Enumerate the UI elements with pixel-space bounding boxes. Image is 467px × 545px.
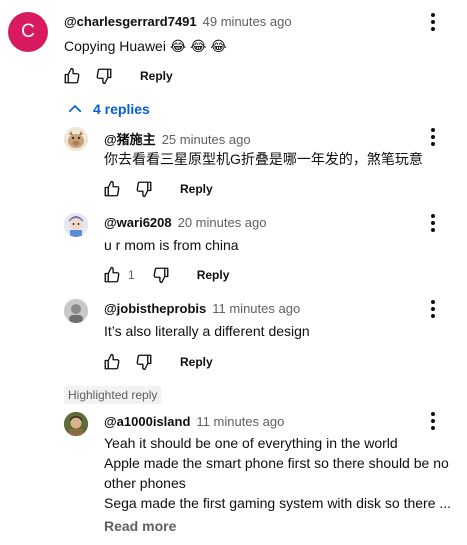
reply-meta: @jobistheprobis 11 minutes ago <box>104 301 300 316</box>
avatar-letter: C <box>21 21 35 42</box>
like-button[interactable] <box>100 177 124 201</box>
reply-text: It’s also literally a different design <box>104 323 310 339</box>
thumbs-up-icon <box>104 266 120 283</box>
comment-text: Copying Huawei 😂 😂 😂 <box>64 38 227 54</box>
reply-author[interactable]: @wari6208 <box>104 215 172 230</box>
dislike-button[interactable] <box>92 64 116 88</box>
like-button[interactable] <box>100 350 124 374</box>
read-more-button[interactable]: Read more <box>104 518 176 534</box>
thumbs-down-icon <box>136 354 152 371</box>
reply-avatar[interactable] <box>64 412 88 436</box>
dislike-button[interactable] <box>132 177 156 201</box>
thumbs-up-icon <box>104 180 120 197</box>
reply-text-line: Yeah it should be one of everything in t… <box>104 435 398 451</box>
thumbs-down-icon <box>136 181 152 198</box>
like-button[interactable] <box>60 64 84 88</box>
reply-more-actions-button[interactable] <box>421 409 445 433</box>
thumbs-down-icon <box>153 267 169 284</box>
reply-text-line: other phones <box>104 475 186 491</box>
reply-text: u r mom is from china <box>104 237 239 253</box>
reply-timestamp[interactable]: 25 minutes ago <box>162 132 251 147</box>
reply-text-line: Sega made the first gaming system with d… <box>104 495 452 511</box>
reply-author[interactable]: @jobistheprobis <box>104 301 206 316</box>
comment-author[interactable]: @charlesgerrard7491 <box>64 14 197 29</box>
comment-action-bar: Reply <box>60 64 173 88</box>
reply-avatar[interactable] <box>64 299 88 323</box>
highlighted-reply-badge: Highlighted reply <box>64 386 162 404</box>
reply-meta: @a1000island 11 minutes ago <box>104 414 284 429</box>
thumbs-down-icon <box>96 68 112 85</box>
comment-more-actions-button[interactable] <box>421 10 445 34</box>
reply-timestamp[interactable]: 11 minutes ago <box>196 414 284 429</box>
photo-avatar-icon <box>64 412 88 436</box>
reply-button[interactable]: Reply <box>197 268 230 282</box>
reply-text-line: Apple made the smart phone first so ther… <box>104 455 449 471</box>
dislike-button[interactable] <box>132 350 156 374</box>
reply-author[interactable]: @猪施主 <box>104 129 156 148</box>
reply-action-bar: Reply <box>100 350 213 374</box>
reply-more-actions-button[interactable] <box>421 297 445 321</box>
photo-avatar-icon <box>64 299 88 323</box>
reply-meta: @wari6208 20 minutes ago <box>104 215 267 230</box>
reply-meta: @猪施主 25 minutes ago <box>104 129 251 148</box>
commenter-avatar[interactable]: C <box>8 12 48 52</box>
replies-toggle-button[interactable]: 4 replies <box>66 100 150 118</box>
replies-count-label: 4 replies <box>93 101 150 117</box>
character-avatar-icon <box>64 213 88 237</box>
reply-action-bar: Reply <box>100 177 213 201</box>
reply-more-actions-button[interactable] <box>421 125 445 149</box>
reply-button[interactable]: Reply <box>180 182 213 196</box>
pig-avatar-icon <box>64 127 88 151</box>
dislike-button[interactable] <box>149 263 173 287</box>
reply-more-actions-button[interactable] <box>421 211 445 235</box>
reply-text: Yeah it should be one of everything in t… <box>104 433 451 513</box>
reply-author[interactable]: @a1000island <box>104 414 190 429</box>
reply-avatar[interactable] <box>64 127 88 151</box>
thumbs-up-icon <box>64 67 80 84</box>
like-count: 1 <box>128 268 135 282</box>
reply-action-bar: 1 Reply <box>100 263 229 287</box>
reply-text: 你去看看三星原型机G折叠是哪一年发的，煞笔玩意 <box>104 151 423 167</box>
comment-meta: @charlesgerrard7491 49 minutes ago <box>64 14 292 29</box>
reply-button[interactable]: Reply <box>180 355 213 369</box>
reply-avatar[interactable] <box>64 213 88 237</box>
like-button[interactable] <box>100 263 124 287</box>
comment-timestamp[interactable]: 49 minutes ago <box>203 14 292 29</box>
reply-button[interactable]: Reply <box>140 69 173 83</box>
thumbs-up-icon <box>104 353 120 370</box>
reply-timestamp[interactable]: 11 minutes ago <box>212 301 300 316</box>
reply-timestamp[interactable]: 20 minutes ago <box>178 215 267 230</box>
chevron-up-icon <box>68 105 82 113</box>
